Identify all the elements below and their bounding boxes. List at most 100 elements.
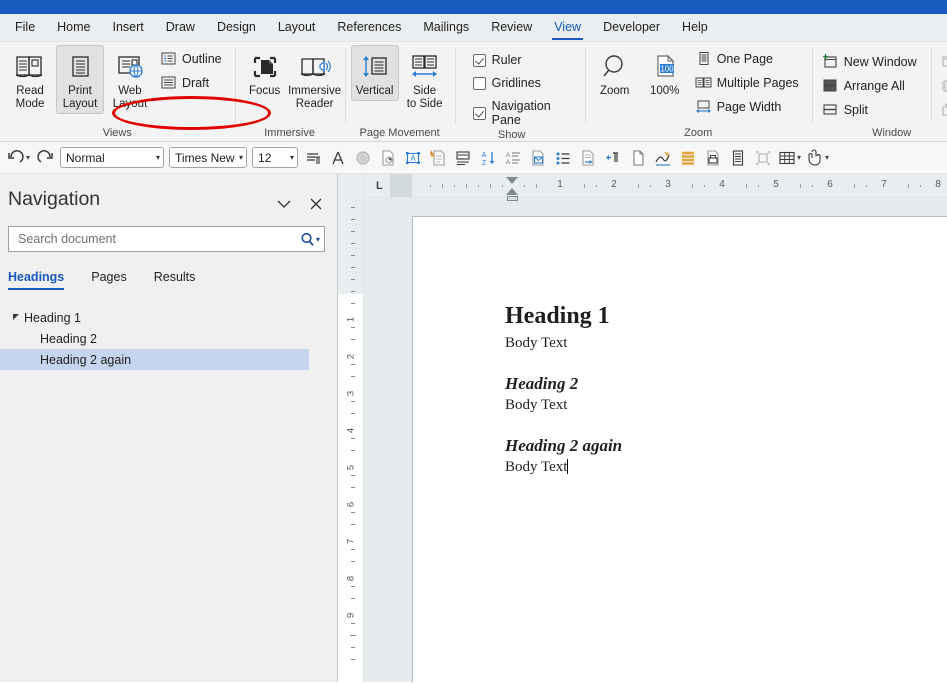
side-to-side-button[interactable]: Side to Side bbox=[401, 45, 449, 114]
zoom-button[interactable]: Zoom bbox=[591, 45, 639, 101]
reset-window-position-button[interactable] bbox=[938, 98, 947, 121]
vertical-scroll-button[interactable]: Vertical bbox=[350, 45, 399, 101]
collapse-triangle-icon[interactable] bbox=[8, 313, 24, 322]
tab-layout[interactable]: Layout bbox=[267, 16, 327, 39]
sort-az-button[interactable]: AZ bbox=[476, 146, 500, 170]
signature-line-button[interactable] bbox=[651, 146, 675, 170]
tab-review[interactable]: Review bbox=[480, 16, 543, 39]
close-icon[interactable] bbox=[305, 194, 327, 214]
horizontal-ruler[interactable]: L 1 2 3 4 5 6 7 8 bbox=[364, 174, 947, 201]
bullets-button[interactable] bbox=[551, 146, 575, 170]
redo-button[interactable] bbox=[33, 146, 57, 170]
tab-references[interactable]: References bbox=[326, 16, 412, 39]
draft-view-button[interactable]: Draft bbox=[156, 71, 229, 94]
hruler-num-2: 2 bbox=[611, 179, 617, 190]
insert-from-file-button[interactable] bbox=[376, 146, 400, 170]
vertical-ruler[interactable]: 1 2 3 4 5 6 7 8 9 bbox=[338, 174, 364, 682]
horizontal-ruler-strip: 1 2 3 4 5 6 7 8 bbox=[390, 174, 947, 201]
arrange-all-button[interactable]: Arrange All bbox=[818, 74, 924, 97]
undo-button[interactable]: ▾ bbox=[4, 146, 32, 170]
document-button[interactable] bbox=[726, 146, 750, 170]
heading-label: Heading 1 bbox=[24, 310, 81, 325]
split-window-button[interactable]: Split bbox=[818, 98, 924, 121]
page-width-button[interactable]: Page Width bbox=[691, 95, 806, 118]
ruler-checkbox[interactable]: Ruler bbox=[469, 51, 526, 69]
checkbox-box-gridlines bbox=[472, 76, 486, 90]
select-objects-button[interactable]: ▾ bbox=[804, 146, 831, 170]
web-layout-button[interactable]: Web Layout bbox=[106, 45, 154, 114]
undo-dropdown-caret[interactable]: ▾ bbox=[26, 153, 30, 162]
view-side-by-side-button[interactable] bbox=[938, 50, 947, 73]
tab-draw[interactable]: Draw bbox=[155, 16, 206, 39]
outline-view-button[interactable]: Outline bbox=[156, 47, 229, 70]
font-name-combo-value: Times New R bbox=[175, 150, 235, 165]
tab-help[interactable]: Help bbox=[671, 16, 719, 39]
tab-file[interactable]: File bbox=[4, 16, 46, 39]
outline-view-label: Outline bbox=[182, 51, 222, 66]
document-page[interactable]: Heading 1 Body Text Heading 2 Body Text … bbox=[412, 216, 947, 682]
font-name-combo[interactable]: Times New R ▾ bbox=[169, 147, 248, 168]
print-preview-button[interactable] bbox=[701, 146, 725, 170]
nav-tab-headings[interactable]: Headings bbox=[8, 266, 78, 290]
style-combo[interactable]: Normal ▾ bbox=[60, 147, 165, 168]
navigation-pane-tabs: Headings Pages Results bbox=[0, 252, 337, 290]
print-layout-button[interactable]: Print Layout bbox=[56, 45, 104, 114]
navigation-pane-checkbox[interactable]: Navigation Pane bbox=[469, 97, 555, 129]
multiple-pages-button[interactable]: Multiple Pages bbox=[691, 71, 806, 94]
ribbon-group-zoom: Zoom 100 100% One Page Multiple Pages Pa… bbox=[584, 42, 812, 141]
document-canvas[interactable]: L 1 2 3 4 5 6 7 8 Heading 1 Body Text He… bbox=[364, 174, 947, 682]
nav-tab-results[interactable]: Results bbox=[154, 266, 210, 290]
svg-text:A: A bbox=[410, 154, 416, 163]
new-window-button[interactable]: New Window bbox=[818, 50, 924, 73]
one-page-button[interactable]: One Page bbox=[691, 47, 806, 70]
highlight-button[interactable] bbox=[676, 146, 700, 170]
tab-view[interactable]: View bbox=[543, 16, 592, 40]
envelope-button[interactable] bbox=[526, 146, 550, 170]
checkbox-box-ruler bbox=[472, 53, 486, 67]
hruler-num-8: 8 bbox=[935, 179, 941, 190]
zoom-100-button[interactable]: 100 100% bbox=[641, 45, 689, 101]
document-body[interactable]: Heading 1 Body Text Heading 2 Body Text … bbox=[413, 217, 947, 476]
tab-design[interactable]: Design bbox=[206, 16, 267, 39]
read-mode-icon bbox=[15, 49, 45, 85]
search-input[interactable] bbox=[16, 231, 300, 247]
select-objects-caret[interactable]: ▾ bbox=[825, 153, 829, 162]
tab-home[interactable]: Home bbox=[46, 16, 101, 39]
synchronous-scrolling-button[interactable] bbox=[938, 74, 947, 97]
ribbon: Read Mode Print Layout Web Layout Outlin… bbox=[0, 42, 947, 142]
sort-alpha-button[interactable]: AA bbox=[501, 146, 525, 170]
tab-developer[interactable]: Developer bbox=[592, 16, 671, 39]
shading-circle-button[interactable] bbox=[351, 146, 375, 170]
nav-tab-pages[interactable]: Pages bbox=[91, 266, 140, 290]
insert-endnote-button[interactable] bbox=[576, 146, 600, 170]
insert-table-button[interactable]: ▾ bbox=[776, 146, 803, 170]
quick-parts-button[interactable] bbox=[426, 146, 450, 170]
search-document-field[interactable]: ▾ bbox=[8, 226, 325, 252]
heading-item-heading-1[interactable]: Heading 1 bbox=[0, 307, 337, 328]
heading-item-heading-2[interactable]: Heading 2 bbox=[0, 328, 337, 349]
immersive-reader-button[interactable]: Immersive Reader bbox=[288, 45, 341, 114]
insert-caption-button[interactable] bbox=[451, 146, 475, 170]
chevron-down-icon[interactable] bbox=[273, 194, 295, 214]
search-icon[interactable] bbox=[300, 232, 315, 247]
hanging-indent-marker[interactable] bbox=[506, 188, 518, 195]
tab-mailings[interactable]: Mailings bbox=[412, 16, 480, 39]
focus-button[interactable]: Focus bbox=[241, 45, 289, 101]
paragraph-marks-button[interactable] bbox=[301, 146, 325, 170]
heading-item-heading-2-again[interactable]: Heading 2 again bbox=[0, 349, 309, 370]
format-text-button[interactable] bbox=[326, 146, 350, 170]
insert-table-caret[interactable]: ▾ bbox=[797, 153, 801, 162]
tab-insert[interactable]: Insert bbox=[102, 16, 155, 39]
gridlines-checkbox[interactable]: Gridlines bbox=[469, 74, 545, 92]
rtl-paragraph-button[interactable] bbox=[601, 146, 625, 170]
text-box-button[interactable]: A bbox=[401, 146, 425, 170]
blank-page-button[interactable] bbox=[626, 146, 650, 170]
tab-stop-marker[interactable]: L bbox=[376, 180, 383, 192]
font-size-combo[interactable]: 12 ▾ bbox=[252, 147, 299, 168]
document-body-text-3-label: Body Text bbox=[505, 458, 568, 475]
group-objects-button[interactable] bbox=[751, 146, 775, 170]
left-indent-marker[interactable] bbox=[507, 196, 518, 201]
read-mode-button[interactable]: Read Mode bbox=[6, 45, 54, 114]
first-line-indent-marker[interactable] bbox=[506, 177, 518, 184]
search-dropdown-caret[interactable]: ▾ bbox=[316, 235, 320, 244]
